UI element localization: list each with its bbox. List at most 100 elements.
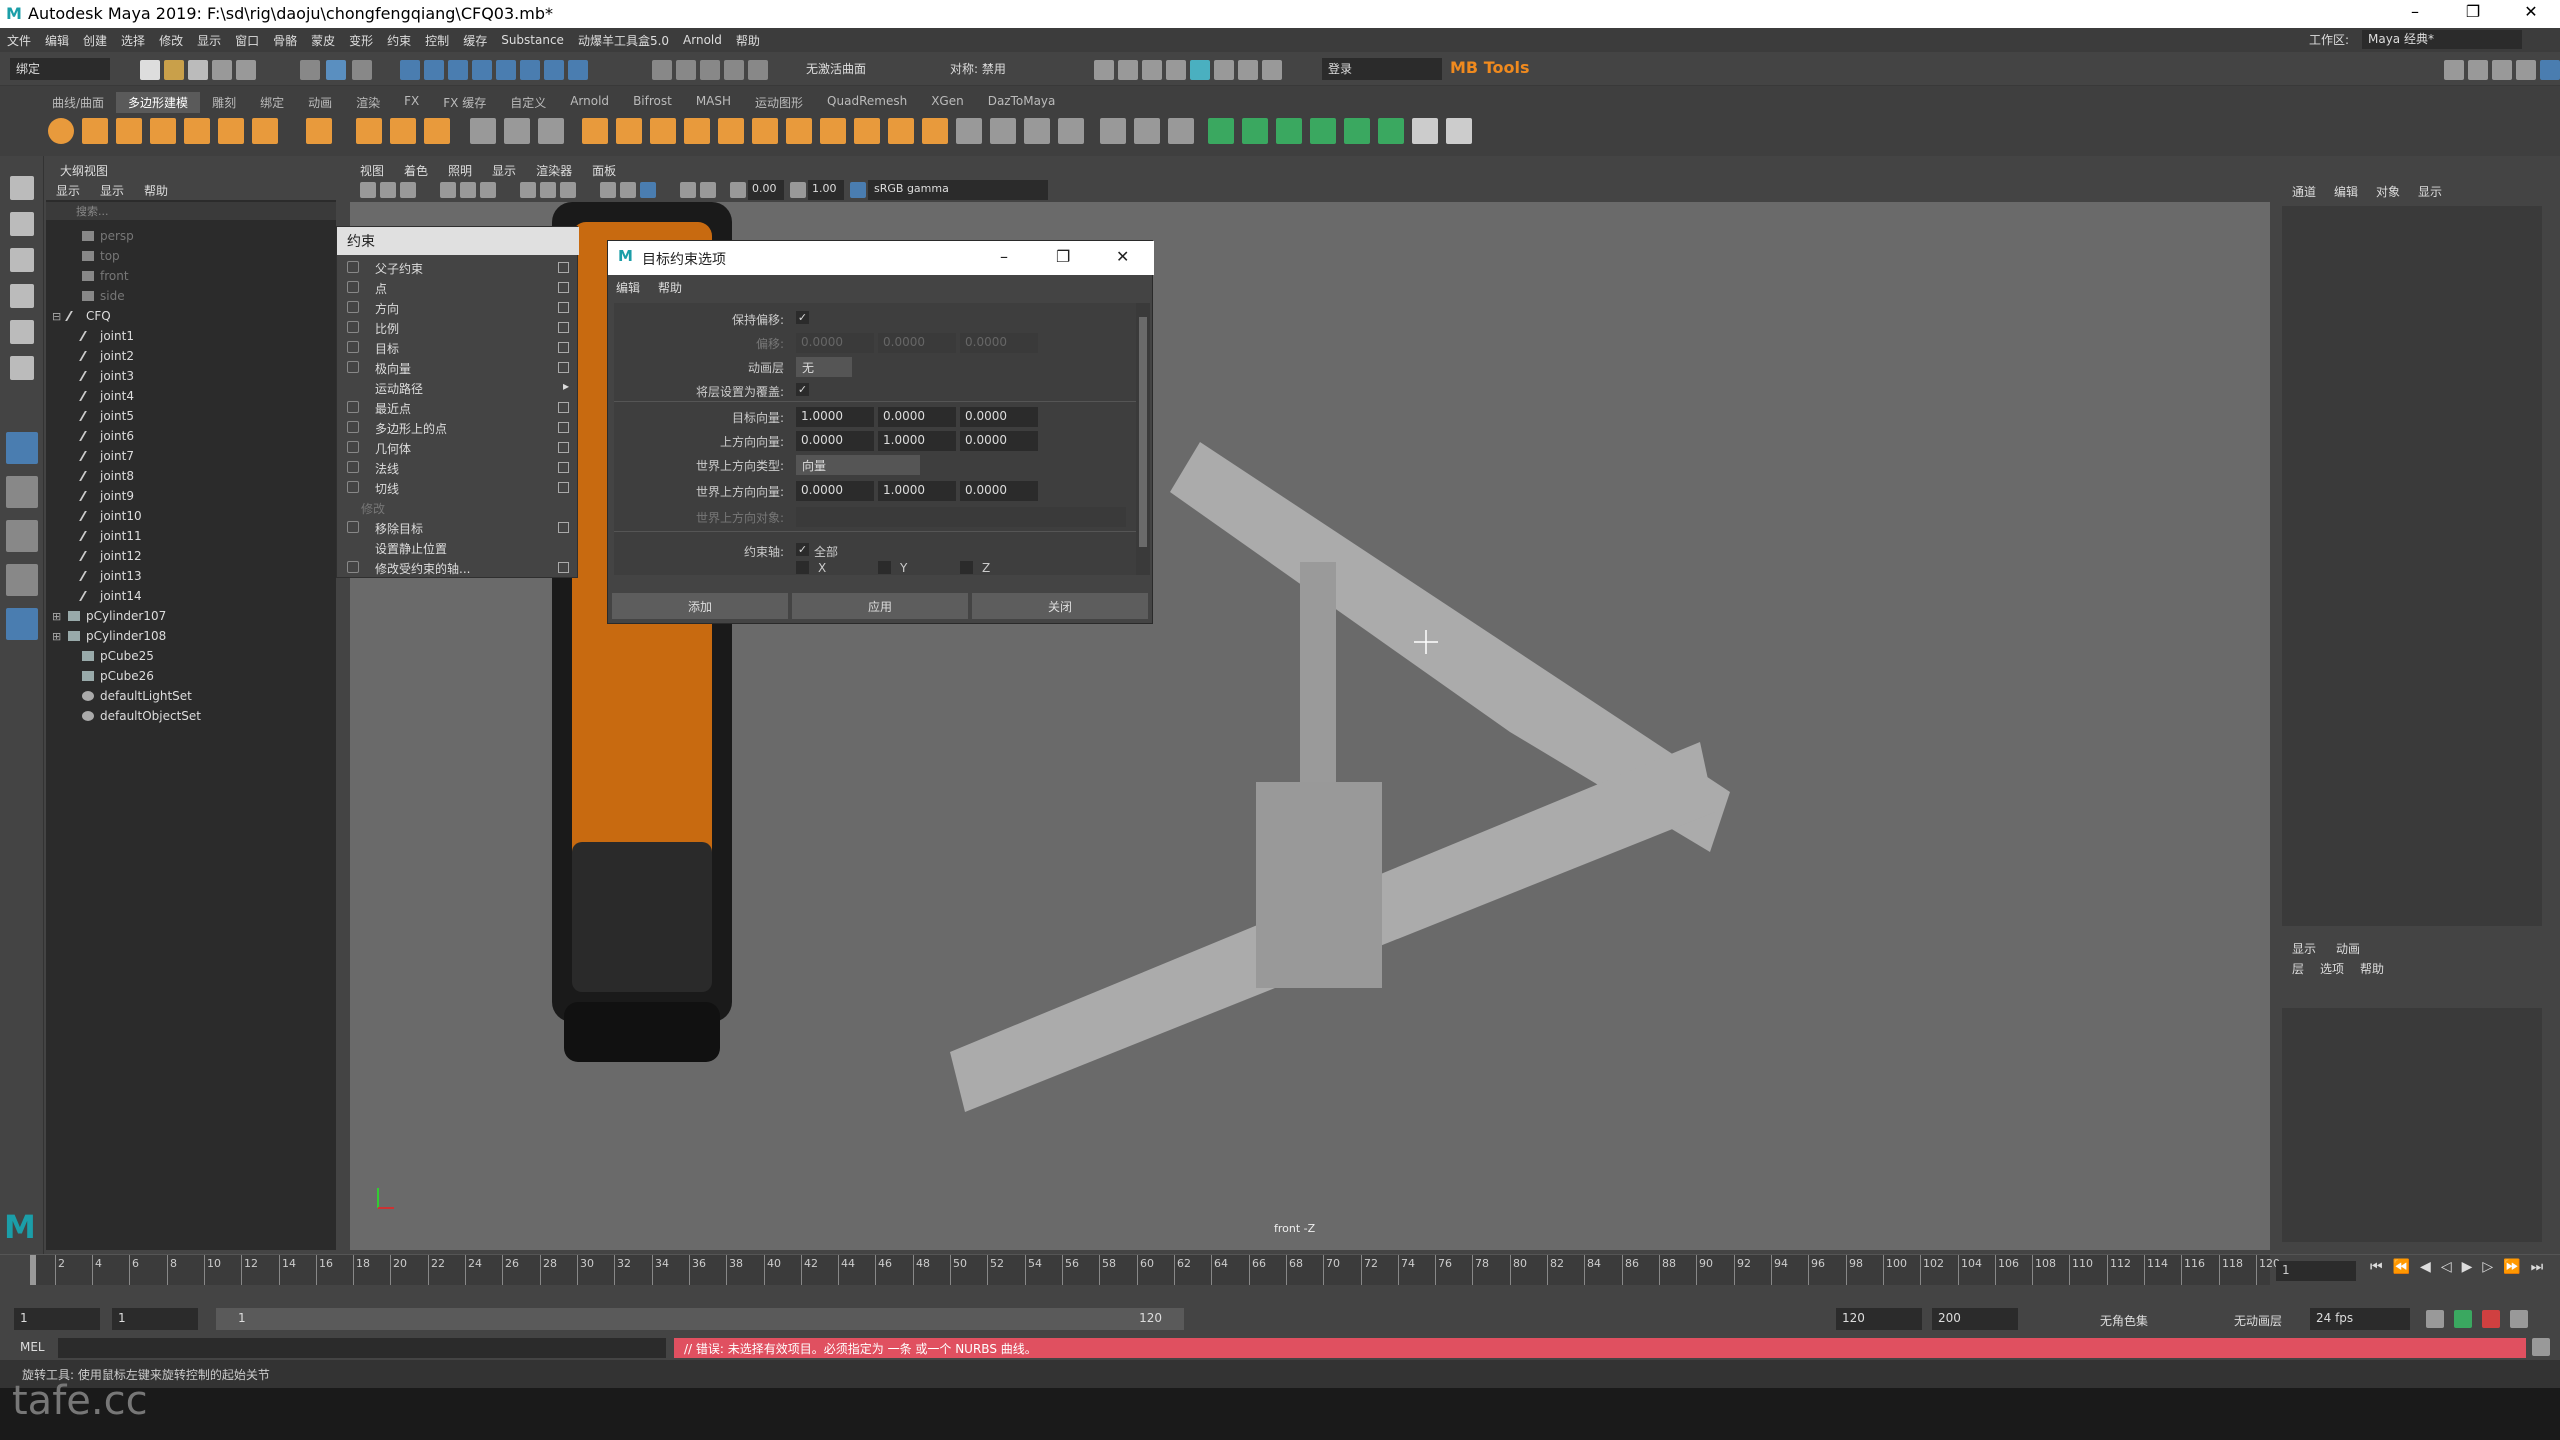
dialog-close-button[interactable]: ✕ <box>1116 247 1129 266</box>
attribute-editor-icon[interactable] <box>2492 60 2512 80</box>
anim-layer-dropdown[interactable]: 无动画层 <box>2234 1312 2282 1329</box>
sidebar-toggle-icon[interactable] <box>2444 60 2464 80</box>
range-handle[interactable] <box>216 1308 1184 1330</box>
xray-icon[interactable] <box>680 182 696 198</box>
menu-display[interactable]: 显示 <box>190 32 228 49</box>
constrain-menu-item[interactable]: 点 <box>337 277 579 297</box>
option-box-icon[interactable] <box>558 402 569 413</box>
anim-layer-dropdown[interactable]: 无 <box>796 357 852 377</box>
single-view-icon[interactable] <box>6 432 38 464</box>
playback-end-field[interactable]: 120 <box>1836 1308 1922 1330</box>
time-slider-bar[interactable]: 1246810121416182022242628303234363840424… <box>30 1255 2280 1285</box>
world-up-vector-x-field[interactable]: 0.0000 <box>796 481 874 501</box>
outliner-item[interactable]: persp <box>82 226 134 246</box>
smooth-icon[interactable] <box>538 118 564 144</box>
outliner-item[interactable]: joint12 <box>79 546 142 566</box>
option-box-icon[interactable] <box>558 422 569 433</box>
cb-menu-edit[interactable]: 编辑 <box>2334 183 2358 199</box>
shelf-tab-daztomaya[interactable]: DazToMaya <box>976 92 1068 113</box>
constrain-menu-item[interactable]: 多边形上的点 <box>337 417 579 437</box>
dialog-maximize-button[interactable]: ❐ <box>1056 247 1070 266</box>
four-view-icon[interactable] <box>6 476 38 508</box>
dialog-minimize-button[interactable]: – <box>1000 247 1008 266</box>
play-back-icon[interactable]: ◁ <box>2441 1259 2452 1275</box>
step-forward-key-icon[interactable]: ⏩ <box>2503 1259 2520 1275</box>
minimize-button[interactable]: – <box>2386 2 2444 21</box>
dazto-icon-7[interactable] <box>1412 118 1438 144</box>
wireframe-icon[interactable] <box>520 182 536 198</box>
outliner-item[interactable]: ⊞ pCylinder107 <box>52 606 166 626</box>
outliner-item[interactable]: joint3 <box>79 366 134 386</box>
option-box-icon[interactable] <box>558 462 569 473</box>
film-gate-icon[interactable] <box>460 182 476 198</box>
key-record-icon[interactable] <box>2482 1310 2500 1328</box>
boolean-icon[interactable] <box>582 118 608 144</box>
outliner-item[interactable]: joint7 <box>79 446 134 466</box>
multi-cut-icon[interactable] <box>990 118 1016 144</box>
poly-torus-icon[interactable] <box>184 118 210 144</box>
snap-grid-icon[interactable] <box>400 60 420 80</box>
apply-button[interactable]: 应用 <box>792 593 968 619</box>
menu-toolbox[interactable]: 动爆羊工具盒5.0 <box>571 32 676 49</box>
shelf-tab-animation[interactable]: 动画 <box>296 92 344 113</box>
constrain-menu-item[interactable]: 移除目标 <box>337 517 579 537</box>
maintain-offset-checkbox[interactable]: ✓ <box>796 311 809 324</box>
expand-toggle-icon[interactable]: ⊟ <box>52 310 61 323</box>
menu-skin[interactable]: 蒙皮 <box>304 32 342 49</box>
outliner-item[interactable]: joint14 <box>79 586 142 606</box>
add-button[interactable]: 添加 <box>612 593 788 619</box>
persp-graph-icon[interactable] <box>6 564 38 596</box>
grid-toggle-icon[interactable] <box>440 182 456 198</box>
snap-vertex-icon[interactable] <box>568 60 588 80</box>
lights-icon[interactable] <box>600 182 616 198</box>
append-icon[interactable] <box>752 118 778 144</box>
wedge-icon[interactable] <box>820 118 846 144</box>
resolution-gate-icon[interactable] <box>480 182 496 198</box>
character-set-dropdown[interactable]: 无角色集 <box>2100 1312 2148 1329</box>
gamma-icon[interactable] <box>790 182 806 198</box>
scale-tool-icon[interactable] <box>10 356 34 380</box>
color-manage-icon[interactable] <box>850 182 866 198</box>
layer-menu-layers[interactable]: 层 <box>2292 960 2304 976</box>
mb-tools-logo[interactable]: MB Tools <box>1444 56 1540 78</box>
history-icon[interactable] <box>652 60 672 80</box>
outliner-item[interactable]: front <box>82 266 129 286</box>
option-box-icon[interactable] <box>558 282 569 293</box>
construction-icon[interactable] <box>724 60 744 80</box>
shelf-tab-xgen[interactable]: XGen <box>919 92 976 113</box>
render-settings-icon[interactable] <box>1166 60 1186 80</box>
option-box-icon[interactable] <box>558 442 569 453</box>
magnet-icon[interactable] <box>748 60 768 80</box>
dazto-icon-4[interactable] <box>1310 118 1336 144</box>
shelf-tab-quadremesh[interactable]: QuadRemesh <box>815 92 919 113</box>
outliner-item[interactable]: ⊟ CFQ <box>52 306 111 326</box>
dazto-icon-2[interactable] <box>1242 118 1268 144</box>
dialog-menu-edit[interactable]: 编辑 <box>616 279 640 295</box>
outliner-item[interactable]: joint9 <box>79 486 134 506</box>
poke-icon[interactable] <box>854 118 880 144</box>
axis-x-checkbox[interactable]: ✓ <box>796 561 809 574</box>
current-frame-field[interactable]: 1 <box>2276 1261 2356 1281</box>
option-box-icon[interactable] <box>558 262 569 273</box>
shelf-tab-curves[interactable]: 曲线/曲面 <box>40 92 116 113</box>
isolate-icon[interactable] <box>640 182 656 198</box>
shelf-tab-poly-modeling[interactable]: 多边形建模 <box>116 92 201 113</box>
constrain-menu-item[interactable]: 极向量 <box>337 357 579 377</box>
anim-end-field[interactable]: 200 <box>1932 1308 2018 1330</box>
world-up-type-dropdown[interactable]: 向量 <box>796 455 920 475</box>
super-shape-icon[interactable] <box>356 118 382 144</box>
redo-icon[interactable] <box>236 60 256 80</box>
menu-create[interactable]: 创建 <box>76 32 114 49</box>
constrain-menu-item[interactable]: 父子约束 <box>337 257 579 277</box>
render-frame-icon[interactable] <box>1118 60 1138 80</box>
gamma-field[interactable]: 1.00 <box>808 180 844 200</box>
menu-constrain[interactable]: 约束 <box>380 32 418 49</box>
dazto-icon-8[interactable] <box>1446 118 1472 144</box>
constrain-menu-item[interactable]: 几何体 <box>337 437 579 457</box>
poly-plane-icon[interactable] <box>218 118 244 144</box>
menu-select[interactable]: 选择 <box>114 32 152 49</box>
constrain-menu-item[interactable]: 目标 <box>337 337 579 357</box>
outliner-item[interactable]: joint11 <box>79 526 142 546</box>
poly-disc-icon[interactable] <box>252 118 278 144</box>
bookmark-icon[interactable] <box>400 182 416 198</box>
